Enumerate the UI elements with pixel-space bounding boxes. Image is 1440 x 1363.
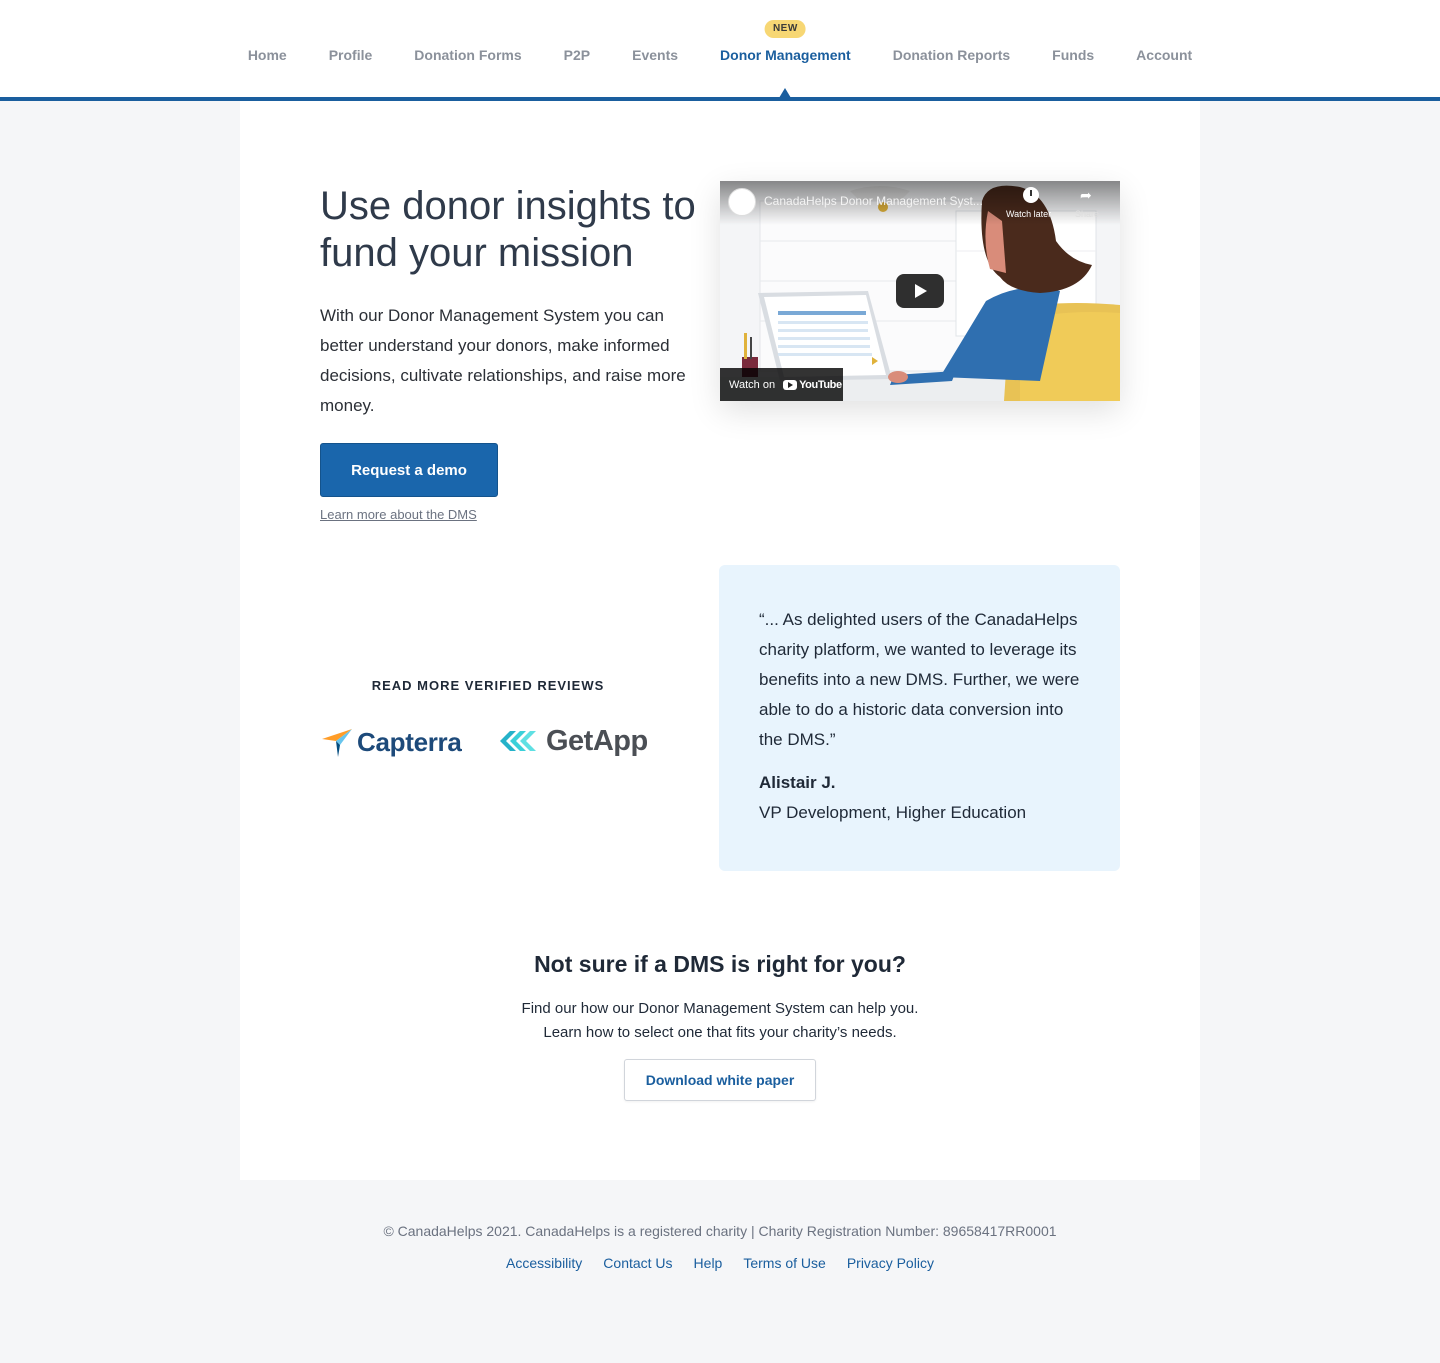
nav-item-label: P2P — [563, 47, 591, 63]
getapp-chevrons-icon — [500, 731, 536, 751]
footer-link-privacy-policy[interactable]: Privacy Policy — [847, 1255, 934, 1271]
capterra-arrow-icon — [322, 729, 352, 757]
main-content-card: Use donor insights to fund your mission … — [240, 101, 1200, 1180]
nav-item-home[interactable]: Home — [227, 44, 308, 66]
capterra-logo-link[interactable]: Capterra — [322, 725, 462, 759]
download-white-paper-button[interactable]: Download white paper — [624, 1059, 816, 1101]
hero-description: With our Donor Management System you can… — [320, 306, 686, 415]
watch-later-label[interactable]: Watch later — [1006, 209, 1051, 219]
share-label[interactable]: Share — [1075, 209, 1099, 219]
nav-item-label: Home — [247, 47, 287, 63]
cta-line-2: Learn how to select one that fits your c… — [543, 1024, 897, 1041]
testimonial-quote: “... As delighted users of the CanadaHel… — [759, 610, 1080, 749]
nav-item-events[interactable]: Events — [611, 44, 699, 66]
nav-item-donor-management[interactable]: NEW Donor Management — [699, 20, 872, 98]
video-title[interactable]: CanadaHelps Donor Management Syst... — [764, 194, 1004, 208]
nav-item-profile[interactable]: Profile — [308, 44, 394, 66]
watch-on-label: Watch on — [729, 378, 776, 391]
nav-item-p2p[interactable]: P2P — [543, 44, 611, 66]
video-embed[interactable]: CanadaHelps Donor Management Syst... Wat… — [720, 181, 1120, 401]
getapp-wordmark: GetApp — [546, 724, 648, 757]
youtube-icon — [783, 379, 798, 390]
play-icon[interactable] — [896, 274, 944, 308]
hero-title: Use donor insights to fund your mission — [320, 184, 696, 275]
nav-item-label: Events — [632, 47, 679, 63]
nav-item-account[interactable]: Account — [1115, 44, 1213, 66]
nav-item-funds[interactable]: Funds — [1031, 44, 1115, 66]
testimonial-author: Alistair J. — [759, 773, 836, 792]
footer-link-terms-of-use[interactable]: Terms of Use — [743, 1255, 825, 1271]
request-demo-button[interactable]: Request a demo — [320, 443, 498, 497]
channel-logo-icon[interactable] — [728, 188, 756, 216]
learn-more-dms-link[interactable]: Learn more about the DMS — [320, 507, 477, 522]
nav-item-label: Donation Forms — [414, 47, 522, 63]
footer-link-contact-us[interactable]: Contact Us — [603, 1255, 672, 1271]
cta-title: Not sure if a DMS is right for you? — [534, 951, 906, 977]
reviews-heading: READ MORE VERIFIED REVIEWS — [371, 678, 605, 693]
testimonial-card: “... As delighted users of the CanadaHel… — [719, 565, 1120, 871]
getapp-logo-link[interactable]: GetApp — [500, 723, 648, 759]
watch-on-youtube-button[interactable]: Watch on YouTube — [720, 368, 843, 401]
footer-copyright: © CanadaHelps 2021. CanadaHelps is a reg… — [383, 1223, 1057, 1239]
nav-items: Home Profile Donation Forms P2P Events N… — [0, 20, 1440, 98]
nav-item-label: Funds — [1052, 47, 1095, 63]
cta-description: Find our how our Donor Management System… — [240, 997, 1200, 1045]
footer-link-accessibility[interactable]: Accessibility — [506, 1255, 582, 1271]
cta-line-1: Find our how our Donor Management System… — [521, 1000, 919, 1017]
clock-icon[interactable] — [1023, 187, 1039, 203]
nav-item-donation-reports[interactable]: Donation Reports — [872, 44, 1031, 66]
footer-link-help[interactable]: Help — [694, 1255, 723, 1271]
footer-links: Accessibility Contact Us Help Terms of U… — [0, 1255, 1440, 1271]
nav-item-label: Profile — [328, 47, 373, 63]
testimonial-role: VP Development, Higher Education — [759, 803, 1027, 822]
youtube-wordmark: YouTube — [799, 378, 842, 391]
nav-item-donation-forms[interactable]: Donation Forms — [393, 44, 542, 66]
nav-item-label: Donation Reports — [892, 47, 1011, 63]
capterra-wordmark: Capterra — [357, 726, 462, 757]
youtube-logo: YouTube — [783, 379, 842, 391]
top-navigation: Home Profile Donation Forms P2P Events N… — [0, 0, 1440, 101]
new-badge: NEW — [764, 20, 806, 38]
nav-item-label: Account — [1136, 47, 1193, 63]
share-icon[interactable]: ➦ — [1080, 187, 1092, 204]
active-indicator-caret-icon — [779, 88, 792, 98]
nav-item-label: Donor Management — [720, 47, 851, 63]
